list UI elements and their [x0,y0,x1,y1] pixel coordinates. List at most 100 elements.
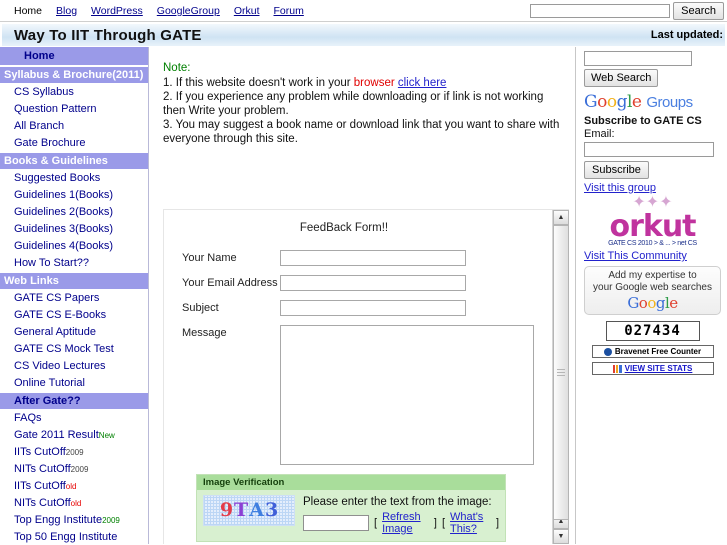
captcha-char-4: 3 [264,499,279,521]
view-site-stats-link[interactable]: VIEW SITE STATS [625,364,693,373]
sidebar-item-home[interactable]: Home [0,47,148,66]
captcha-input[interactable] [303,515,369,531]
sidebar-item-suggested-books[interactable]: Suggested Books [0,170,148,187]
visit-this-community-link[interactable]: Visit This Community [584,250,721,262]
form-row-email: Your Email Address [182,275,552,291]
sidebar-item-iits-cutoff-old[interactable]: IITs CutOffold [0,478,148,495]
google-letter-g2: g [655,294,666,312]
sidebar-item-gate-cs-ebooks[interactable]: GATE CS E-Books [0,307,148,324]
google-letter-o1: o [597,92,607,112]
sidebar-item-nits-cutoff-2009[interactable]: NITs CutOff2009 [0,461,148,478]
bravenet-counter-badge[interactable]: Bravenet Free Counter [591,345,714,358]
sidebar-section-web-links: Web Links [0,272,148,290]
bravenet-label: Bravenet Free Counter [614,347,702,356]
left-sidebar: Home Syllabus & Brochure(2011) CS Syllab… [0,47,149,544]
last-updated-label: Last updated: [650,29,723,41]
google-letter-g: G [627,294,639,312]
sidebar-item-all-branch[interactable]: All Branch [0,118,148,135]
google-expertise-badge[interactable]: Add my expertise to your Google web sear… [584,266,721,315]
sidebar-item-general-aptitude[interactable]: General Aptitude [0,324,148,341]
sidebar-section-syllabus: Syllabus & Brochure(2011) [0,66,148,84]
google-letter-o2: o [647,294,656,312]
top-search-input[interactable] [530,4,671,18]
label-message: Message [182,327,227,339]
scroll-up-arrow-icon[interactable]: ▲ [553,210,569,225]
top-nav-links: Home Blog WordPress GoogleGroup Orkut Fo… [0,5,304,17]
label-your-name: Your Name [182,252,237,264]
captcha-entry-area: Please enter the text from the image: [ … [303,495,499,535]
bracket-open-2: [ [441,517,446,529]
nav-link-home[interactable]: Home [14,5,42,17]
google-logo-small: Google [587,294,718,312]
nav-link-forum[interactable]: Forum [274,5,304,17]
bravenet-icon [603,347,612,356]
expertise-line-2: your Google web searches [593,282,712,293]
sidebar-item-nits-cutoff-old[interactable]: NITs CutOffold [0,495,148,512]
nav-link-orkut[interactable]: Orkut [234,5,260,17]
badge-old: old [70,499,82,508]
note-line-2: 2. If you experience any problem while d… [163,91,544,117]
expertise-line-1: Add my expertise to [608,270,697,281]
sidebar-item-label: IITs CutOff [14,446,66,458]
google-letter-o2: o [606,92,617,112]
nav-link-blog[interactable]: Blog [56,5,77,17]
subject-input[interactable] [280,300,466,316]
nav-link-googlegroup[interactable]: GoogleGroup [157,5,220,17]
image-verification-body: 9 T A 3 Please enter the text from the i… [197,490,505,541]
badge-new: New [98,431,115,440]
groups-label: Groups [646,94,693,111]
whats-this-link[interactable]: What's This? [450,511,491,535]
scroll-down-arrow-icon[interactable]: ▼ [553,529,569,544]
your-name-input[interactable] [280,250,466,266]
sidebar-item-top-50-engg-institute[interactable]: Top 50 Engg Institute [0,529,148,544]
sidebar-item-gate-2011-result[interactable]: Gate 2011 ResultNew [0,427,148,444]
feedback-form-title: FeedBack Form!! [299,222,389,234]
subscribe-email-input[interactable] [584,142,714,157]
badge-year: 2009 [102,516,120,525]
page-layout: Home Syllabus & Brochure(2011) CS Syllab… [0,47,727,544]
sidebar-item-top-engg-institute[interactable]: Top Engg Institute2009 [0,512,148,529]
sidebar-item-gate-cs-mock-test[interactable]: GATE CS Mock Test [0,341,148,358]
subscribe-heading: Subscribe to GATE CS [584,115,702,127]
sidebar-item-cs-syllabus[interactable]: CS Syllabus [0,84,148,101]
form-row-subject: Subject [182,300,552,316]
sidebar-item-gate-cs-papers[interactable]: GATE CS Papers [0,290,148,307]
sidebar-item-guidelines-2[interactable]: Guidelines 2(Books) [0,204,148,221]
main-content: Note: 1. If this website doesn't work in… [149,47,575,544]
subscribe-button[interactable]: Subscribe [584,161,649,179]
sidebar-item-iits-cutoff-2009[interactable]: IITs CutOff2009 [0,444,148,461]
refresh-image-link[interactable]: Refresh Image [382,511,429,535]
site-title-banner: Way To IIT Through GATE Last updated: [1,23,726,47]
view-site-stats-badge[interactable]: VIEW SITE STATS [591,362,714,375]
sidebar-item-online-tutorial[interactable]: Online Tutorial [0,375,148,392]
top-search-area: Search [530,2,724,20]
nav-link-wordpress[interactable]: WordPress [91,5,143,17]
form-row-message: Message [182,325,552,465]
feedback-form-fields: Your Name Your Email Address Subject Mes… [164,250,552,465]
sidebar-item-guidelines-1[interactable]: Guidelines 1(Books) [0,187,148,204]
label-subject: Subject [182,302,219,314]
sidebar-item-label: FAQs [14,412,42,424]
sidebar-item-cs-video-lectures[interactable]: CS Video Lectures [0,358,148,375]
email-label: Email: [584,128,615,140]
message-textarea[interactable] [280,325,534,465]
web-search-button[interactable]: Web Search [584,69,659,87]
web-search-input[interactable] [584,51,692,66]
top-search-button[interactable]: Search [673,2,724,20]
right-sidebar: Web Search Google Groups Subscribe to GA… [575,47,727,544]
click-here-link[interactable]: click here [398,77,447,89]
content-vertical-scrollbar[interactable]: ▲ ▲ ▼ [552,210,569,544]
sidebar-item-guidelines-4[interactable]: Guidelines 4(Books) [0,238,148,255]
sidebar-item-question-pattern[interactable]: Question Pattern [0,101,148,118]
scrollbar-track[interactable] [553,225,569,520]
sidebar-item-guidelines-3[interactable]: Guidelines 3(Books) [0,221,148,238]
sidebar-item-faqs[interactable]: FAQs [0,410,148,427]
sidebar-item-how-to-start[interactable]: How To Start?? [0,255,148,272]
visit-this-group-link[interactable]: Visit this group [584,182,721,194]
your-email-input[interactable] [280,275,466,291]
feedback-frame-inner: FeedBack Form!! Your Name Your Email Add… [164,210,552,544]
sidebar-item-gate-brochure[interactable]: Gate Brochure [0,135,148,152]
orkut-logo: orkut [609,209,696,244]
note-line-1-text: 1. If this website doesn't work in your [163,77,354,89]
google-letter-e: e [669,294,678,312]
